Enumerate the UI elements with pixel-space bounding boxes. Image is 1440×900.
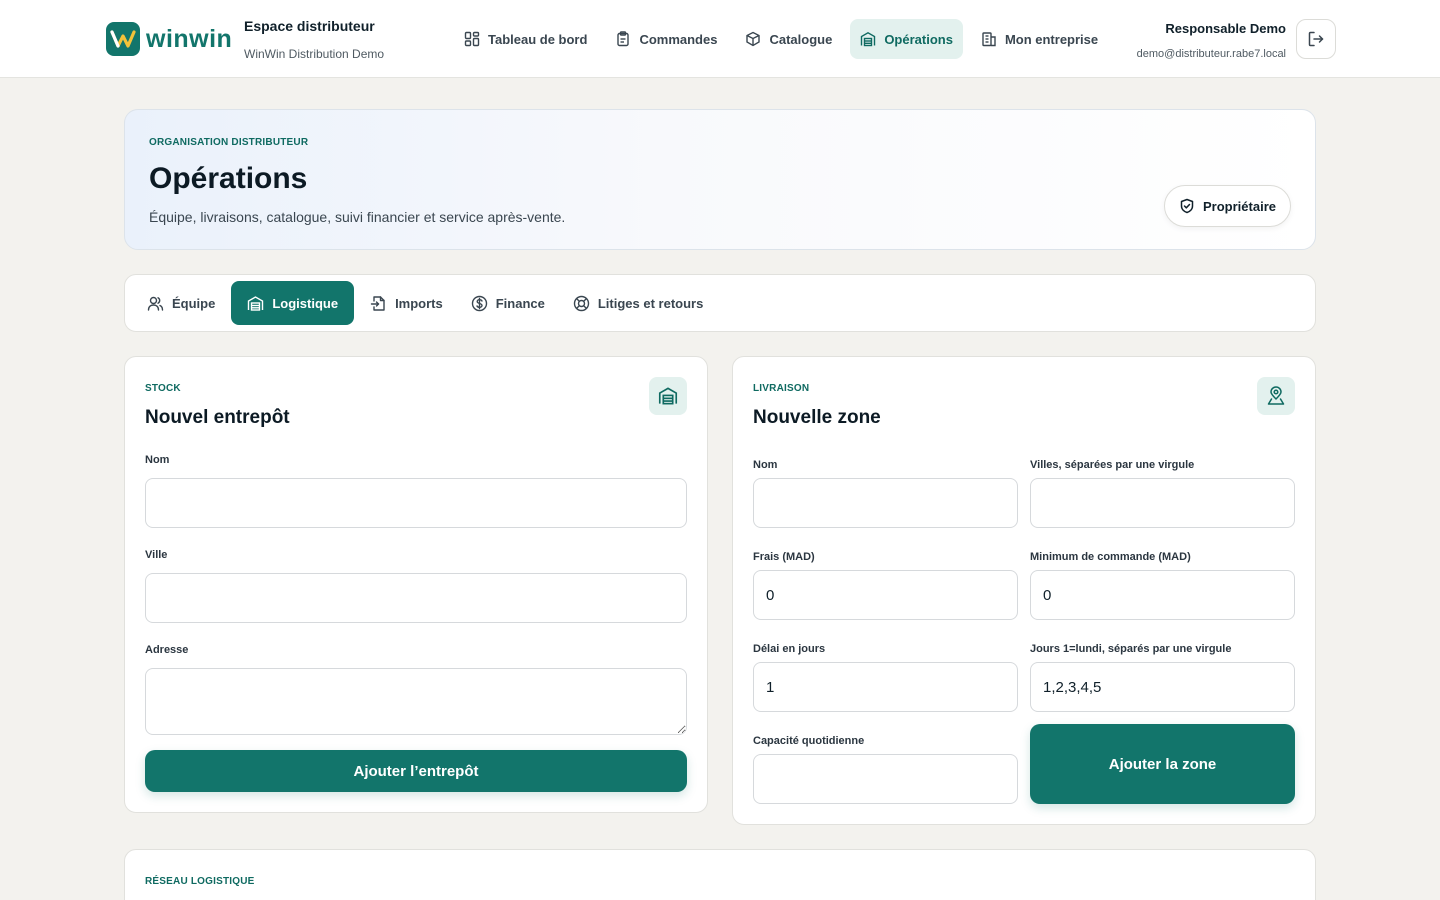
zone-name-input[interactable] [753, 478, 1018, 528]
tab-logistics[interactable]: Logistique [231, 281, 355, 325]
tab-label: Finance [495, 295, 545, 311]
location-user-icon [1267, 386, 1285, 405]
zone-min-order-input[interactable] [1030, 570, 1295, 620]
warehouse-icon [861, 31, 876, 47]
logout-icon [1308, 31, 1324, 47]
zone-capacity-input[interactable] [753, 754, 1018, 804]
new-zone-card: LIVRAISON Nouvelle zone Nom Villes, sépa… [732, 356, 1316, 825]
brand-logo[interactable]: winwin [106, 22, 232, 56]
user-info: Responsable Demo demo@distributeur.rabe7… [1137, 21, 1286, 60]
zone-capacity-label: Capacité quotidienne [753, 735, 865, 747]
warehouse-name-input[interactable] [145, 478, 687, 528]
warehouse-city-input[interactable] [145, 573, 687, 623]
lifebuoy-icon [573, 295, 590, 311]
add-warehouse-button[interactable]: Ajouter l’entrepôt [145, 750, 687, 792]
tab-label: Imports [395, 295, 443, 311]
card-title: Nouvelle zone [753, 407, 881, 428]
winwin-logo-icon [106, 22, 140, 56]
nav-item-dashboard[interactable]: Tableau de bord [454, 19, 597, 59]
top-bar: winwin Espace distributeur WinWin Distri… [0, 0, 1440, 78]
tab-label: Équipe [172, 295, 216, 311]
user-name: Responsable Demo [1165, 21, 1286, 36]
users-icon [147, 296, 164, 311]
new-warehouse-card: STOCK Nouvel entrepôt Nom Ville Adresse … [124, 356, 708, 813]
page-eyebrow: ORGANISATION DISTRIBUTEUR [149, 137, 309, 148]
clipboard-icon [617, 31, 630, 47]
package-icon [746, 31, 761, 47]
tab-finance[interactable]: Finance [459, 281, 557, 325]
nav-item-label: Tableau de bord [488, 31, 588, 47]
file-import-icon [370, 295, 385, 311]
tab-label: Litiges et retours [597, 295, 704, 311]
nav-item-company[interactable]: Mon entreprise [971, 19, 1108, 59]
warehouse-address-textarea[interactable] [145, 668, 687, 735]
warehouse-icon [658, 387, 678, 405]
warehouse-city-label: Ville [145, 549, 168, 561]
logistics-network-card: RÉSEAU LOGISTIQUE [124, 849, 1316, 900]
card-eyebrow: RÉSEAU LOGISTIQUE [145, 876, 255, 887]
role-badge-label: Propriétaire [1203, 198, 1276, 214]
tab-imports[interactable]: Imports [358, 281, 455, 325]
dashboard-icon [464, 31, 480, 47]
add-zone-button[interactable]: Ajouter la zone [1030, 724, 1295, 804]
space-info: Espace distributeur WinWin Distribution … [244, 18, 384, 61]
warehouse-address-label: Adresse [145, 644, 189, 656]
logout-button[interactable] [1296, 19, 1336, 59]
zone-name-label: Nom [753, 459, 778, 471]
page-description: Équipe, livraisons, catalogue, suivi fin… [149, 209, 566, 225]
nav-item-catalog[interactable]: Catalogue [735, 19, 842, 59]
zone-fee-label: Frais (MAD) [753, 551, 815, 563]
page-title: Opérations [149, 162, 308, 195]
zone-min-order-label: Minimum de commande (MAD) [1030, 551, 1191, 563]
card-title: Nouvel entrepôt [145, 407, 290, 428]
nav-item-label: Opérations [884, 31, 953, 47]
tab-team[interactable]: Équipe [135, 281, 227, 325]
org-name: WinWin Distribution Demo [244, 47, 385, 61]
zone-days-label: Jours 1=lundi, séparés par une virgule [1030, 643, 1232, 655]
user-email: demo@distributeur.rabe7.local [1136, 48, 1286, 60]
nav-item-orders[interactable]: Commandes [605, 19, 727, 59]
shield-check-icon [1180, 198, 1194, 214]
zone-cities-label: Villes, séparées par une virgule [1030, 459, 1195, 471]
dollar-icon [471, 295, 487, 311]
main-nav: Tableau de bord Commandes Catalogue Opér… [454, 19, 1108, 59]
card-eyebrow: STOCK [145, 383, 181, 394]
building-icon [982, 32, 996, 47]
card-icon-badge [1257, 377, 1295, 415]
page-header-card: ORGANISATION DISTRIBUTEUR Opérations Équ… [124, 109, 1316, 250]
warehouse-icon [248, 295, 264, 311]
role-badge: Propriétaire [1164, 185, 1291, 227]
nav-item-operations[interactable]: Opérations [850, 19, 963, 59]
card-eyebrow: LIVRAISON [753, 383, 810, 394]
tab-disputes-returns[interactable]: Litiges et retours [561, 281, 715, 325]
space-title: Espace distributeur [244, 18, 375, 34]
zone-delay-input[interactable] [753, 662, 1018, 712]
brand-name: winwin [146, 24, 233, 53]
zone-delay-label: Délai en jours [753, 643, 826, 655]
section-tabs: Équipe Logistique Imports Finance Litige… [124, 274, 1316, 332]
tab-label: Logistique [272, 295, 339, 311]
nav-item-label: Catalogue [769, 31, 833, 47]
nav-item-label: Commandes [639, 31, 718, 47]
zone-days-input[interactable] [1030, 662, 1295, 712]
zone-fee-input[interactable] [753, 570, 1018, 620]
nav-item-label: Mon entreprise [1004, 31, 1099, 47]
zone-cities-input[interactable] [1030, 478, 1295, 528]
warehouse-name-label: Nom [145, 454, 170, 466]
card-icon-badge [649, 377, 687, 415]
